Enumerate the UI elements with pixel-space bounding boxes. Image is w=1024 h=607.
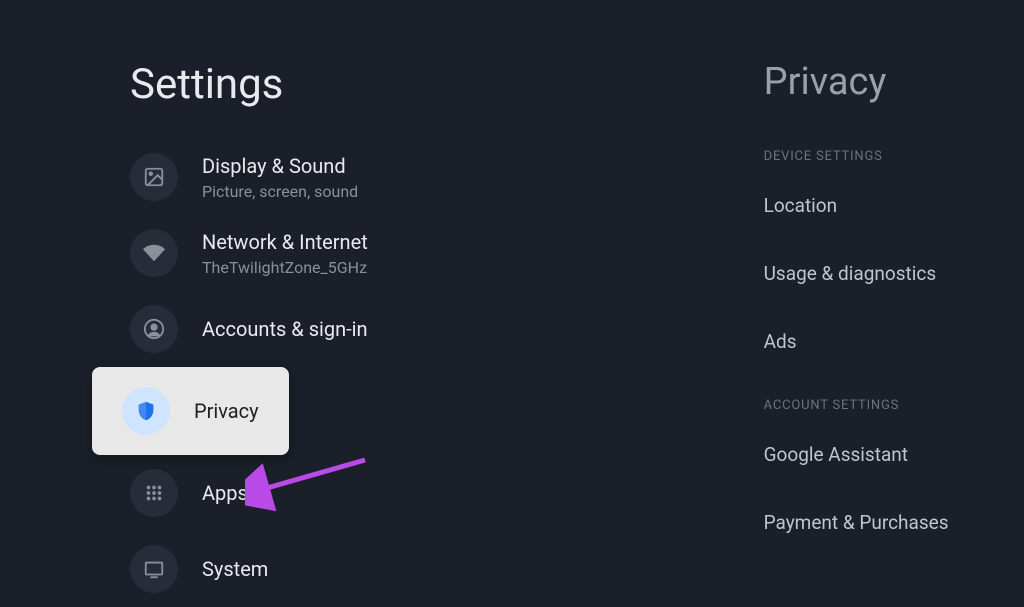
settings-panel: Settings Display & Sound Picture, screen… xyxy=(0,0,764,598)
wifi-icon xyxy=(130,229,178,277)
shield-icon xyxy=(122,387,170,435)
menu-item-privacy[interactable]: Privacy xyxy=(92,367,289,455)
menu-item-accounts[interactable]: Accounts & sign-in xyxy=(0,291,764,367)
privacy-panel: Privacy DEVICE SETTINGS Location Usage &… xyxy=(764,0,1024,598)
privacy-item-usage[interactable]: Usage & diagnostics xyxy=(764,262,984,285)
menu-item-display-sound[interactable]: Display & Sound Picture, screen, sound xyxy=(0,139,764,215)
settings-title: Settings xyxy=(130,60,764,109)
privacy-item-assistant[interactable]: Google Assistant xyxy=(764,443,984,466)
menu-label: Apps xyxy=(202,481,248,505)
privacy-title: Privacy xyxy=(764,60,984,104)
privacy-item-location[interactable]: Location xyxy=(764,194,984,217)
menu-item-network[interactable]: Network & Internet TheTwilightZone_5GHz xyxy=(0,215,764,291)
account-icon xyxy=(130,305,178,353)
privacy-item-payment[interactable]: Payment & Purchases xyxy=(764,511,984,534)
section-header-device: DEVICE SETTINGS xyxy=(764,149,984,164)
image-icon xyxy=(130,153,178,201)
privacy-item-ads[interactable]: Ads xyxy=(764,330,984,353)
menu-label: System xyxy=(202,557,268,581)
menu-label: Display & Sound xyxy=(202,154,358,178)
menu-label: Privacy xyxy=(194,399,259,423)
menu-label: Accounts & sign-in xyxy=(202,317,368,341)
tv-icon xyxy=(130,545,178,593)
apps-icon xyxy=(130,469,178,517)
menu-sublabel: TheTwilightZone_5GHz xyxy=(202,258,368,277)
menu-item-apps[interactable]: Apps xyxy=(0,455,764,531)
menu-item-system[interactable]: System xyxy=(0,531,764,607)
menu-sublabel: Picture, screen, sound xyxy=(202,182,358,201)
section-header-account: ACCOUNT SETTINGS xyxy=(764,398,984,413)
menu-label: Network & Internet xyxy=(202,230,368,254)
